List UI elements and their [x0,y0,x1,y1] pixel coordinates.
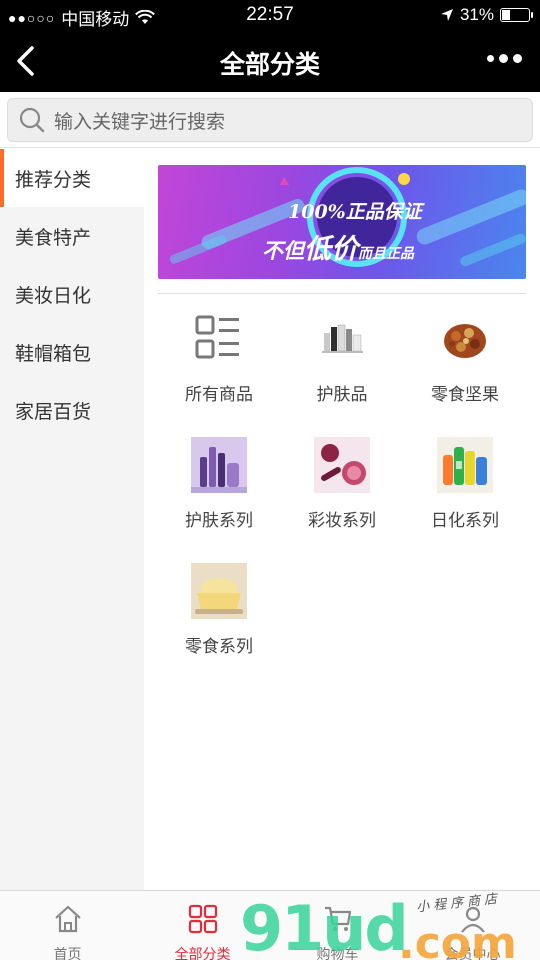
divider [158,293,526,294]
status-bar: ●●○○○ 中国移动 22:57 31% [0,0,540,30]
snack-cake-icon [191,563,247,619]
makeup-icon [314,437,370,493]
nuts-icon [444,324,486,358]
category-snack-series[interactable]: 零食系列 [158,563,280,657]
banner-line2: 不但低价而且正品 [262,234,414,265]
top-bar: ●●○○○ 中国移动 22:57 31% 全部分类 [0,0,540,92]
sidebar-item-home[interactable]: 家居百货 [0,381,144,439]
search-placeholder: 输入关键字进行搜索 [54,111,226,133]
grid-list-icon [195,315,239,359]
sidebar-item-food[interactable]: 美食特产 [0,207,144,265]
tab-member-center[interactable]: 会员中心 [405,891,540,960]
daily-chemicals-icon [437,437,493,493]
battery-percent: 31% [459,5,494,24]
category-all-products[interactable]: 所有商品 [158,311,280,405]
sidebar-item-shoes-bags[interactable]: 鞋帽箱包 [0,323,144,381]
page-title: 全部分类 [219,51,320,79]
category-sidebar: 推荐分类 美食特产 美妆日化 鞋帽箱包 家居百货 [0,149,144,890]
nav-bar: 全部分类 [0,30,540,92]
sidebar-item-recommended[interactable]: 推荐分类 [0,149,144,207]
category-skincare[interactable]: 护肤品 [281,311,403,405]
search-area: 输入关键字进行搜索 [0,92,540,148]
category-skincare-series[interactable]: 护肤系列 [158,437,280,531]
promo-banner[interactable]: 100%正品保证 不但低价而且正品 [158,165,526,279]
tab-home[interactable]: 首页 [0,891,135,960]
cart-icon [324,906,351,931]
skincare-bottles-icon [322,324,363,353]
home-icon [54,905,81,933]
banner-line1: 100%正品保证 [288,201,422,223]
more-icon[interactable] [487,54,522,63]
tab-all-categories[interactable]: 全部分类 [135,891,270,960]
category-grid-icon [188,904,217,934]
category-daily-chemicals[interactable]: 日化系列 [404,437,526,531]
sidebar-item-beauty[interactable]: 美妆日化 [0,265,144,323]
search-icon [19,107,45,133]
location-arrow-icon [440,9,453,21]
battery-icon [500,8,533,22]
user-icon [460,906,485,933]
bottom-tab-bar: 首页 全部分类 购物车 会员中心 [0,890,540,960]
category-nuts[interactable]: 零食坚果 [404,311,526,405]
skincare-set-icon [191,437,247,493]
search-input[interactable]: 输入关键字进行搜索 [7,98,533,142]
tab-cart[interactable]: 购物车 [270,891,405,960]
category-content: 100%正品保证 不但低价而且正品 所有商品 护肤品 零食坚果 护肤系列 彩妆系… [144,149,540,890]
category-makeup-series[interactable]: 彩妆系列 [281,437,403,531]
